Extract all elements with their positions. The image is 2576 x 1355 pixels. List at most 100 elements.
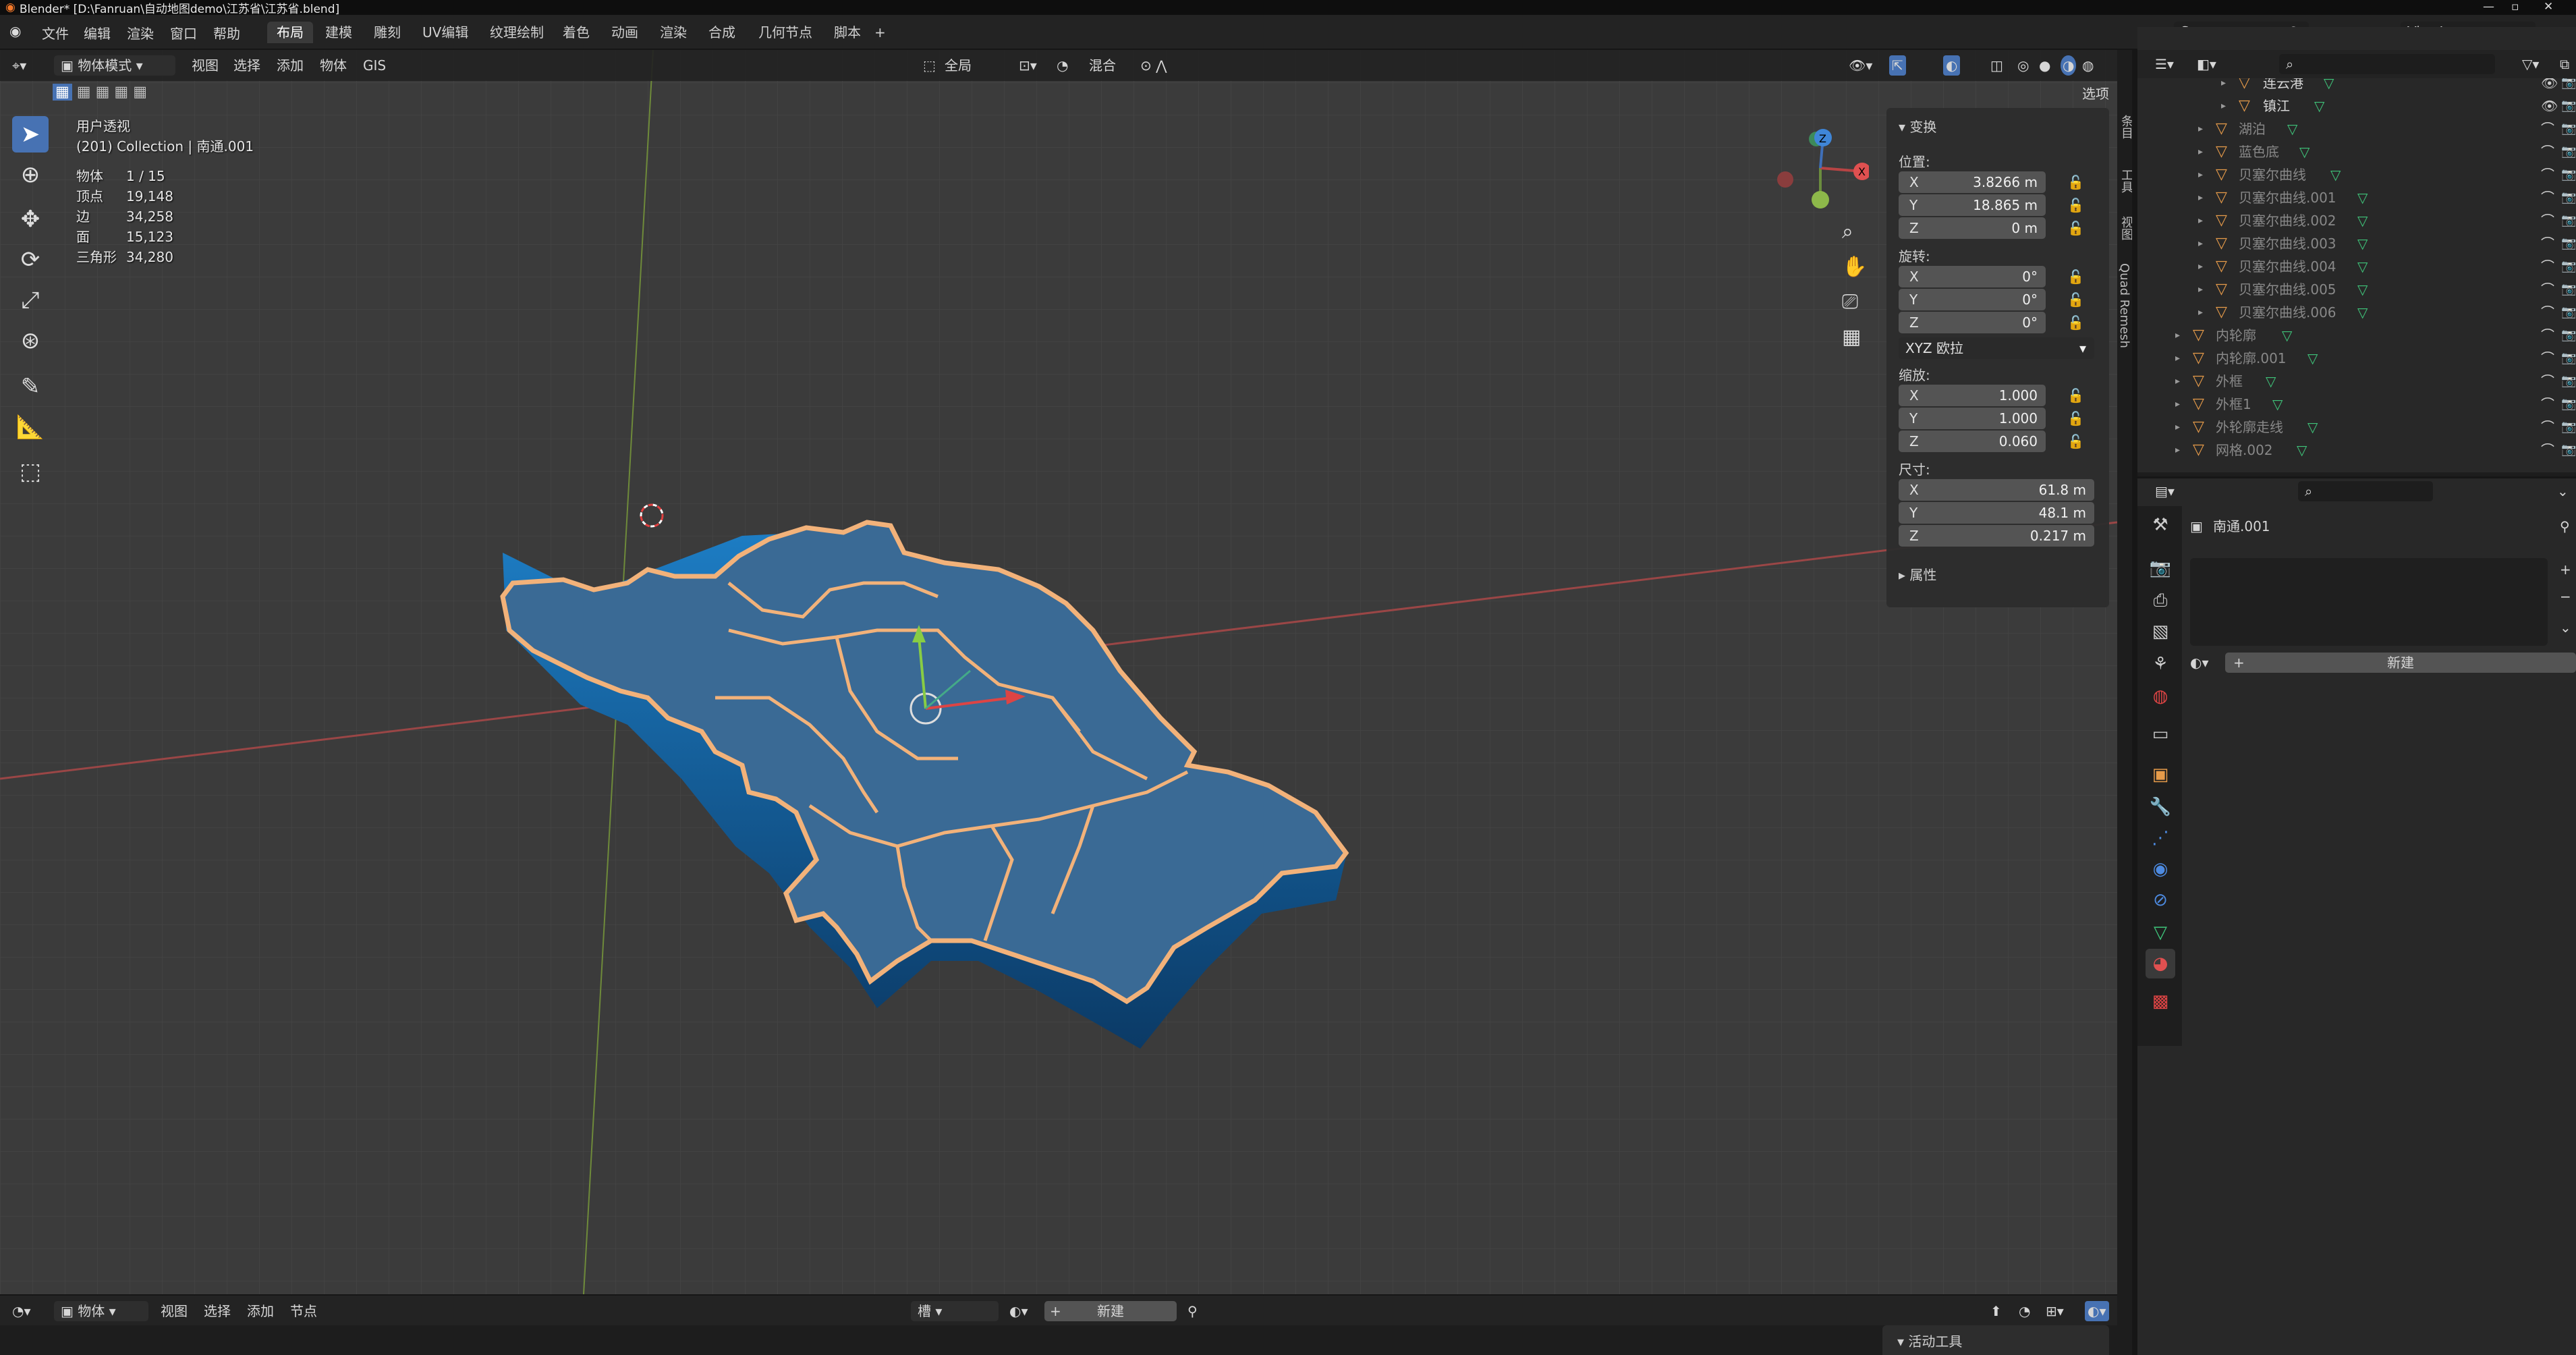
pin-icon[interactable]: ⚲ <box>2560 516 2570 536</box>
slot-menu-icon[interactable]: ⌄ <box>2560 617 2571 638</box>
outliner-row[interactable]: ▸ ▽ 贝塞尔曲线.003 ▽ ⌒ 📷 <box>2137 232 2576 255</box>
rotation-x-field[interactable]: X 0° <box>1899 266 2046 287</box>
lock-icon[interactable]: 🔓 <box>2067 220 2084 236</box>
3d-viewport[interactable]: Z X ⌕ ✋ ⎚ ▦ <box>0 50 2117 1294</box>
menu-view[interactable]: 视图 <box>161 1301 188 1321</box>
proportional-edit-icon[interactable]: ⊙ ⋀ <box>1140 55 1167 76</box>
filter-icon[interactable]: ▽▾ <box>2522 54 2539 74</box>
tab-modeling[interactable]: 建模 <box>316 22 362 43</box>
new-material-button[interactable]: + 新建 <box>2225 653 2576 673</box>
xray-toggle-icon[interactable]: ◫ <box>1990 55 2003 76</box>
material-slots-list[interactable] <box>2190 558 2548 646</box>
tab-texture-paint[interactable]: 纹理绘制 <box>480 22 553 43</box>
add-workspace-button[interactable]: + <box>865 22 895 43</box>
rotate-tool-icon[interactable]: ⟳ <box>12 242 49 278</box>
blender-menu-icon[interactable]: ◉ <box>9 23 21 39</box>
constraints-icon[interactable]: ⊘ <box>2146 885 2175 915</box>
lock-icon[interactable]: 🔓 <box>2067 174 2084 190</box>
rendered-shading-icon[interactable]: ◍ <box>2082 55 2094 76</box>
tab-uv-editing[interactable]: UV编辑 <box>413 22 478 43</box>
tab-shading[interactable]: 着色 <box>553 22 599 43</box>
lock-icon[interactable]: 🔓 <box>2067 433 2084 449</box>
select-invert-icon[interactable]: ▦ <box>114 84 128 101</box>
select-new-icon[interactable]: ▦ <box>53 84 72 101</box>
menu-view[interactable]: 视图 <box>192 55 219 76</box>
active-tools-panel[interactable]: ▾ 活动工具 <box>1882 1325 2109 1355</box>
modifier-properties-icon[interactable]: 🔧 <box>2146 792 2175 822</box>
measure-tool-icon[interactable]: 📐 <box>12 409 49 445</box>
gizmo-y-handle[interactable] <box>1812 191 1829 209</box>
outliner-row[interactable]: ▸ ▽ 外框1 ▽ ⌒ 📷 <box>2137 393 2576 416</box>
outliner-row[interactable]: ▸ ▽ 贝塞尔曲线.002 ▽ ⌒ 📷 <box>2137 209 2576 232</box>
material-shading-icon[interactable]: ◑ <box>2061 55 2077 76</box>
outliner-row[interactable]: ▸ ▽ 内轮廓.001 ▽ ⌒ 📷 <box>2137 347 2576 370</box>
outliner-editor-icon[interactable]: ☰▾ <box>2155 54 2174 74</box>
tool-settings-icon[interactable]: ⚒ <box>2146 510 2175 540</box>
visibility-icon[interactable]: 👁▾ <box>1849 55 1872 76</box>
select-intersect-icon[interactable]: ▦ <box>133 84 147 101</box>
tab-compositing[interactable]: 合成 <box>699 22 745 43</box>
material-properties-icon[interactable]: ◕ <box>2146 949 2175 978</box>
pin-icon[interactable]: ⚲ <box>1187 1301 1198 1321</box>
tab-geometry-nodes[interactable]: 几何节点 <box>749 22 822 43</box>
outliner-row[interactable]: ▸ ▽ 湖泊 ▽ ⌒ 📷 <box>2137 117 2576 140</box>
solid-shading-icon[interactable]: ● <box>2039 55 2050 76</box>
wireframe-shading-icon[interactable]: ◎ <box>2017 55 2029 76</box>
parent-node-icon[interactable]: ⬆ <box>1990 1301 2002 1321</box>
overlay-toggle-icon[interactable]: ◐▾ <box>2085 1301 2109 1321</box>
active-tools-header[interactable]: ▾ 活动工具 <box>1897 1331 1962 1350</box>
lock-icon[interactable]: 🔓 <box>2067 269 2084 285</box>
object-data-properties-icon[interactable]: ▽ <box>2146 918 2175 947</box>
outliner-row[interactable]: ▸ ▽ 贝塞尔曲线.005 ▽ ⌒ 📷 <box>2137 278 2576 301</box>
menu-render[interactable]: 渲染 <box>127 23 154 43</box>
select-box-tool-icon[interactable]: ➤ <box>12 116 49 153</box>
rotation-mode-selector[interactable]: XYZ 欧拉 ▾ <box>1899 337 2094 359</box>
scale-tool-icon[interactable]: ⤢ <box>12 282 49 319</box>
menu-select[interactable]: 选择 <box>233 55 260 76</box>
outliner-row[interactable]: ▸ ▽ 网格.002 ▽ ⌒ 📷 <box>2137 439 2576 462</box>
close-icon[interactable]: ✕ <box>2544 0 2553 13</box>
gizmo-toggle-icon[interactable]: ⇱ <box>1889 55 1906 76</box>
navigation-gizmo[interactable]: Z X <box>1768 124 1869 212</box>
particles-icon[interactable]: ⋰ <box>2146 823 2175 853</box>
scene-properties-icon[interactable]: ⚘ <box>2146 649 2175 679</box>
menu-edit[interactable]: 编辑 <box>84 23 111 43</box>
world-properties-icon[interactable]: ◍ <box>2146 682 2175 711</box>
location-z-field[interactable]: Z0 m <box>1899 217 2046 239</box>
lock-icon[interactable]: 🔓 <box>2067 314 2084 331</box>
outliner-row[interactable]: ▸ ▽ 镇江 ▽ 👁 📷 <box>2137 94 2576 117</box>
object-properties-icon[interactable]: ▣ <box>2146 760 2175 790</box>
pivot-point-icon[interactable]: ⊡▾ <box>1019 55 1037 76</box>
editor-type-icon[interactable]: ⌖▾ <box>12 55 26 76</box>
view-layer-icon[interactable]: ▧ <box>2146 617 2175 646</box>
menu-object[interactable]: 物体 <box>320 55 347 76</box>
new-material-button[interactable]: + 新建 <box>1044 1301 1177 1321</box>
material-browse-icon[interactable]: ◐▾ <box>2190 653 2209 673</box>
new-collection-icon[interactable]: ⧉ <box>2560 54 2569 74</box>
menu-add[interactable]: 添加 <box>247 1301 274 1321</box>
properties-section-header[interactable]: ▸ 属性 <box>1899 564 1936 584</box>
tab-scripting[interactable]: 脚本 <box>824 22 870 43</box>
add-slot-button[interactable]: + <box>2560 559 2571 580</box>
camera-view-icon[interactable]: ⎚ <box>1842 290 1858 314</box>
display-mode-icon[interactable]: ◧▾ <box>2197 54 2216 74</box>
snap-icon[interactable]: ◔ <box>2019 1301 2030 1321</box>
scale-x-field[interactable]: X 1.000 <box>1899 385 2046 406</box>
orientation-selector[interactable]: 全局 <box>945 55 1009 76</box>
snap-mode-selector[interactable]: 混合 <box>1089 55 1116 76</box>
minimize-icon[interactable]: — <box>2483 0 2494 13</box>
cursor-tool-icon[interactable]: ⊕ <box>12 157 49 193</box>
pan-hand-icon[interactable]: ✋ <box>1842 255 1867 279</box>
slot-selector[interactable]: 槽 ▾ <box>911 1301 999 1321</box>
location-y-field[interactable]: Y 18.865 m <box>1899 194 2046 216</box>
dimension-z-field[interactable]: Z 0.217 m <box>1899 525 2094 547</box>
tab-rendering[interactable]: 渲染 <box>650 22 696 43</box>
render-properties-icon[interactable]: 📷 <box>2146 553 2175 583</box>
move-tool-icon[interactable]: ✥ <box>12 201 49 238</box>
properties-editor-icon[interactable]: ▤▾ <box>2155 481 2175 501</box>
tab-animation[interactable]: 动画 <box>602 22 648 43</box>
menu-node[interactable]: 节点 <box>290 1301 317 1321</box>
tab-quad-remesh[interactable]: Quad Remesh <box>2117 263 2131 348</box>
zoom-icon[interactable]: ⌕ <box>1842 220 1853 244</box>
outliner-search-input[interactable]: ⌕ <box>2279 54 2495 74</box>
